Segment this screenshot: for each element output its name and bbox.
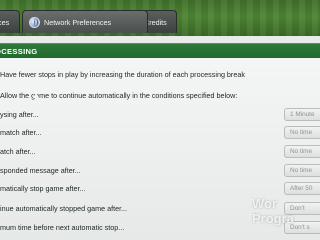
option-dropdown[interactable]: No time — [284, 164, 320, 177]
option-row: matically stop game after... After 50 — [0, 182, 320, 196]
section-title: OCESSING — [0, 46, 38, 56]
option-dropdown[interactable]: Don't — [284, 202, 320, 215]
processing-panel: Have fewer stops in play by increasing t… — [0, 58, 320, 240]
option-row: mum time before next automatic stop... Do… — [0, 221, 320, 235]
globe-icon — [29, 16, 40, 28]
tab-network-preferences[interactable]: Network Preferences — [22, 10, 148, 33]
option-label: inue automatically stopped game after... — [0, 204, 128, 213]
tab-network-label: Network Preferences — [44, 17, 112, 27]
tab-previous[interactable]: ces — [0, 10, 20, 33]
option-dropdown[interactable]: No time — [284, 145, 320, 158]
option-dropdown[interactable]: Don't s — [284, 221, 320, 234]
option-row: inue automatically stopped game after...… — [0, 202, 320, 216]
option-row: sponded message after... No time — [0, 164, 320, 178]
tab-bar: ces Network Preferences i Credits — [0, 0, 320, 36]
option-dropdown[interactable]: No time — [284, 126, 320, 139]
section-header: OCESSING — [0, 43, 320, 58]
option-dropdown[interactable]: 1 Minute — [284, 108, 320, 121]
mouse-cursor-icon — [33, 92, 39, 98]
option-label: mum time before next automatic stop... — [0, 223, 125, 232]
option-dropdown[interactable]: After 50 — [284, 182, 320, 195]
option-label: match after... — [0, 128, 42, 137]
option-label: atch after... — [0, 147, 36, 156]
option-label: ysing after... — [0, 110, 39, 119]
option-row: ysing after... 1 Minute — [0, 108, 320, 122]
fewer-stops-label: Have fewer stops in play by increasing t… — [0, 70, 245, 79]
fewer-stops-option[interactable]: Have fewer stops in play by increasing t… — [0, 70, 245, 79]
option-label: matically stop game after... — [0, 184, 86, 193]
tab-previous-label: ces — [0, 17, 10, 27]
option-row: match after... No time — [0, 126, 320, 140]
option-label: sponded message after... — [0, 166, 81, 175]
option-row: atch after... No time — [0, 145, 320, 159]
